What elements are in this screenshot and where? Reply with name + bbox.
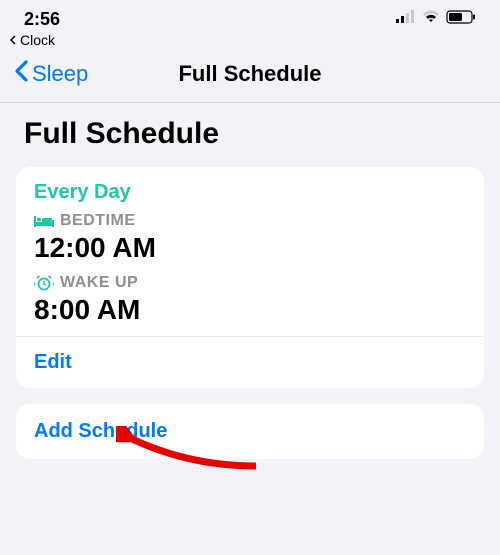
wakeup-value: 8:00 AM [34, 294, 466, 326]
chevron-left-icon [14, 60, 30, 88]
breadcrumb-back[interactable]: Clock [8, 32, 55, 48]
status-bar: 2:56 [0, 0, 500, 30]
wakeup-label: WAKE UP [60, 274, 138, 292]
schedule-frequency: Every Day [34, 181, 466, 204]
breadcrumb-row[interactable]: Clock [0, 30, 500, 54]
schedule-card: Every Day BEDTIME 12:00 AM WAKE UP 8:00 … [16, 167, 484, 388]
nav-bar: Sleep Full Schedule [0, 54, 500, 103]
nav-back-button[interactable]: Sleep [14, 60, 88, 88]
alarm-icon [34, 275, 54, 291]
nav-back-label: Sleep [32, 61, 88, 87]
bedtime-row-label: BEDTIME [34, 212, 466, 230]
bed-icon [34, 214, 54, 228]
content-area: Full Schedule Every Day BEDTIME 12:00 AM… [0, 103, 500, 473]
cellular-icon [396, 10, 416, 29]
add-schedule-card[interactable]: Add Schedule [16, 404, 484, 459]
page-title: Full Schedule [16, 117, 484, 151]
bedtime-value: 12:00 AM [34, 232, 466, 264]
nav-title: Full Schedule [178, 61, 321, 87]
battery-icon [446, 10, 476, 29]
breadcrumb-label: Clock [20, 32, 55, 48]
wakeup-row-label: WAKE UP [34, 274, 466, 292]
caret-left-icon [8, 32, 18, 48]
status-icons [396, 10, 476, 29]
edit-button[interactable]: Edit [34, 337, 466, 374]
status-time: 2:56 [24, 9, 60, 30]
wifi-icon [422, 10, 440, 29]
bedtime-label: BEDTIME [60, 212, 136, 230]
add-schedule-button[interactable]: Add Schedule [34, 420, 167, 442]
